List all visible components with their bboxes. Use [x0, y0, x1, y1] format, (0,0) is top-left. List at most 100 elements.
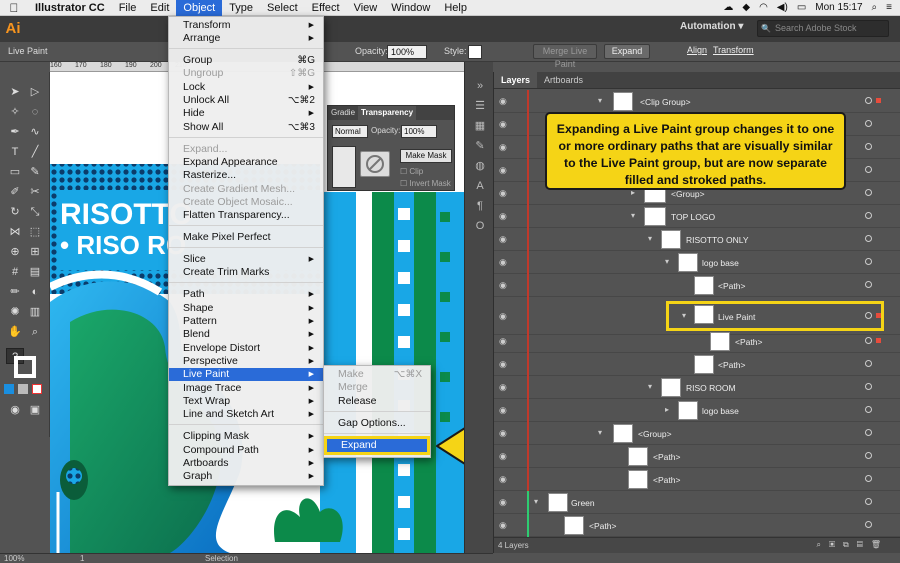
- panel-collapse-icon[interactable]: »: [472, 78, 488, 94]
- draw-mode-icon[interactable]: ◉: [6, 402, 24, 418]
- gradient-tool-icon[interactable]: ▤: [26, 264, 44, 280]
- layer-row[interactable]: ◉ ▾ <Clip Group>: [494, 90, 900, 113]
- perspective-grid-icon[interactable]: ⊞: [26, 244, 44, 260]
- glyphs-panel-icon[interactable]: O: [472, 218, 488, 234]
- menu-app[interactable]: Illustrator CC: [28, 0, 112, 16]
- target-circle-icon[interactable]: [865, 498, 872, 505]
- magic-wand-icon[interactable]: ✧: [6, 104, 24, 120]
- layer-name[interactable]: logo base: [702, 258, 739, 268]
- delete-layer-icon[interactable]: 🗑: [871, 540, 889, 549]
- locate-object-icon[interactable]: ⌕: [816, 540, 828, 549]
- curvature-icon[interactable]: ∿: [26, 124, 44, 140]
- gradient-mode-icon[interactable]: [18, 384, 28, 394]
- menu-item-envelope-distort[interactable]: Envelope Distort ▶: [169, 342, 323, 355]
- layer-row[interactable]: ◉ <Path>: [494, 274, 900, 297]
- clip-checkbox[interactable]: ☐ Clip: [400, 167, 423, 176]
- transparency-opacity-field[interactable]: 100%: [401, 125, 437, 138]
- target-circle-icon[interactable]: [865, 429, 872, 436]
- menu-item-compound-path[interactable]: Compound Path ▶: [169, 444, 323, 457]
- visibility-eye-icon[interactable]: ◉: [499, 257, 507, 268]
- line-tool-icon[interactable]: ╱: [26, 144, 44, 160]
- target-circle-icon[interactable]: [865, 143, 872, 150]
- dropbox-icon[interactable]: ◆: [742, 2, 750, 13]
- brushes-panel-icon[interactable]: ✎: [472, 138, 488, 154]
- selection-square-icon[interactable]: [876, 98, 881, 103]
- menu-item-flatten-transparency[interactable]: Flatten Transparency...: [169, 209, 323, 222]
- appearance-panel-icon[interactable]: ◍: [472, 158, 488, 174]
- selection-tool-icon[interactable]: ➤: [6, 84, 24, 100]
- pen-tool-icon[interactable]: ✒: [6, 124, 24, 140]
- shape-builder-icon[interactable]: ⊕: [6, 244, 24, 260]
- volume-icon[interactable]: ◀): [777, 2, 788, 13]
- layer-row[interactable]: ◉ <Path>: [494, 445, 900, 468]
- swatches-panel-icon[interactable]: ▦: [472, 118, 488, 134]
- creative-cloud-icon[interactable]: ☁: [723, 2, 733, 13]
- scale-tool-icon[interactable]: ⤡: [26, 204, 44, 220]
- layer-name[interactable]: RISOTTO ONLY: [686, 235, 749, 245]
- apple-icon[interactable]: : [0, 1, 28, 15]
- width-tool-icon[interactable]: ⋈: [6, 224, 24, 240]
- visibility-eye-icon[interactable]: ◉: [499, 451, 507, 462]
- opacity-field[interactable]: 100%: [387, 45, 427, 59]
- merge-live-paint-button[interactable]: Merge Live Paint: [533, 44, 597, 69]
- layer-name[interactable]: <Path>: [735, 337, 762, 347]
- clock[interactable]: Mon 15:17: [815, 2, 862, 13]
- menu-item-clipping-mask[interactable]: Clipping Mask ▶: [169, 430, 323, 443]
- layer-name[interactable]: <Group>: [671, 189, 705, 199]
- target-circle-icon[interactable]: [865, 166, 872, 173]
- tab-transparency[interactable]: Transparency: [358, 106, 417, 120]
- menu-item-blend[interactable]: Blend ▶: [169, 328, 323, 341]
- visibility-eye-icon[interactable]: ◉: [499, 497, 507, 508]
- make-mask-button[interactable]: Make Mask: [400, 149, 452, 163]
- menu-item-unlock-all[interactable]: Unlock All ⌥⌘2: [169, 94, 323, 107]
- selection-square-icon[interactable]: [876, 338, 881, 343]
- menu-item-slice[interactable]: Slice ▶: [169, 253, 323, 266]
- menu-item-live-paint[interactable]: Live Paint ▶: [169, 368, 323, 381]
- target-circle-icon[interactable]: [865, 235, 872, 242]
- layer-row[interactable]: ◉ <Path>: [494, 514, 900, 537]
- layer-row[interactable]: ◉ ▾ Green: [494, 491, 900, 514]
- menu-help[interactable]: Help: [437, 0, 474, 16]
- menu-type[interactable]: Type: [222, 0, 260, 16]
- target-circle-icon[interactable]: [865, 521, 872, 528]
- submenu-item-release[interactable]: Release: [324, 395, 430, 408]
- visibility-eye-icon[interactable]: ◉: [499, 142, 507, 153]
- shaper-tool-icon[interactable]: ✐: [6, 184, 24, 200]
- menu-item-text-wrap[interactable]: Text Wrap ▶: [169, 395, 323, 408]
- menu-item-path[interactable]: Path ▶: [169, 288, 323, 301]
- target-circle-icon[interactable]: [865, 120, 872, 127]
- layer-name[interactable]: <Path>: [653, 475, 680, 485]
- layer-name[interactable]: <Path>: [589, 521, 616, 531]
- menu-item-expand-appearance[interactable]: Expand Appearance: [169, 156, 323, 169]
- layer-row[interactable]: ◉ ▾ RISO ROOM: [494, 376, 900, 399]
- visibility-eye-icon[interactable]: ◉: [499, 188, 507, 199]
- visibility-eye-icon[interactable]: ◉: [499, 280, 507, 291]
- transform-button[interactable]: Transform: [713, 44, 754, 59]
- paragraph-panel-icon[interactable]: ¶: [472, 198, 488, 214]
- lasso-icon[interactable]: ◌: [26, 104, 44, 120]
- make-clipping-mask-icon[interactable]: ▣: [829, 540, 843, 549]
- expand-triangle-icon[interactable]: ▾: [598, 428, 602, 437]
- menu-item-rasterize[interactable]: Rasterize...: [169, 169, 323, 182]
- mesh-tool-icon[interactable]: #: [6, 264, 24, 280]
- visibility-eye-icon[interactable]: ◉: [499, 211, 507, 222]
- menu-effect[interactable]: Effect: [305, 0, 347, 16]
- zoom-tool-icon[interactable]: ⌕: [26, 324, 44, 340]
- menu-item-shape[interactable]: Shape ▶: [169, 302, 323, 315]
- layer-row[interactable]: ◉ <Path>: [494, 330, 900, 353]
- visibility-eye-icon[interactable]: ◉: [499, 359, 507, 370]
- properties-panel-icon[interactable]: ☰: [472, 98, 488, 114]
- type-panel-icon[interactable]: A: [472, 178, 488, 194]
- paintbrush-icon[interactable]: ✎: [26, 164, 44, 180]
- expand-triangle-icon[interactable]: ▸: [665, 405, 669, 414]
- expand-triangle-icon[interactable]: ▾: [631, 211, 635, 220]
- target-circle-icon[interactable]: [865, 337, 872, 344]
- target-circle-icon[interactable]: [865, 475, 872, 482]
- expand-triangle-icon[interactable]: ▾: [534, 497, 538, 506]
- menu-item-group[interactable]: Group ⌘G: [169, 54, 323, 67]
- blend-tool-icon[interactable]: ◐: [26, 284, 44, 300]
- expand-triangle-icon[interactable]: ▾: [665, 257, 669, 266]
- hand-tool-icon[interactable]: ✋: [6, 324, 24, 340]
- tab-gradient[interactable]: Gradie: [328, 106, 358, 120]
- color-mode-icon[interactable]: [4, 384, 14, 394]
